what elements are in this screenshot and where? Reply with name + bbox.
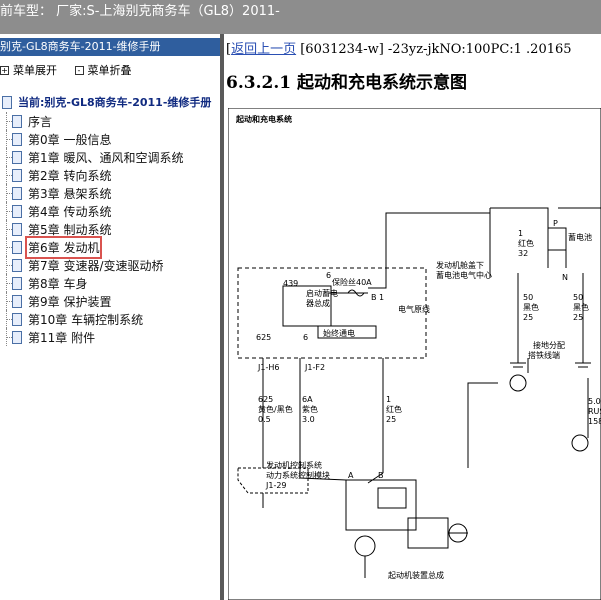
wiring-diagram: 起动和充电系统 发动机舱盖下 蓄电池电气中心 启动蓄电 器总成 保险丝40A 始… [227,107,601,600]
svg-text:蓄电池电气中心: 蓄电池电气中心 [436,270,492,280]
document-icon [12,294,22,308]
svg-text:25: 25 [386,415,396,424]
document-icon [12,186,22,200]
tree-item-chapter-1[interactable]: 第1章 暖风、通风和空调系统 [0,148,183,166]
svg-text:发动机控制系统: 发动机控制系统 [266,460,322,470]
svg-text:1: 1 [518,229,523,238]
tree-item-chapter-2[interactable]: 第2章 转向系统 [0,166,183,184]
svg-text:红色: 红色 [518,238,534,248]
tree-root[interactable]: 当前:别克-GL8商务车-2011-维修手册 [0,94,211,110]
svg-text:50: 50 [523,293,533,302]
svg-text:黑色: 黑色 [523,302,539,312]
svg-text:动力系统控制模块: 动力系统控制模块 [266,470,330,480]
document-icon [12,240,22,254]
tree-item-chapter-9[interactable]: 第9章 保护装置 [0,292,183,310]
svg-text:J1-29: J1-29 [265,481,287,490]
chapter-tree: 序言 第0章 一般信息 第1章 暖风、通风和空调系统 第2章 转向系统 第3章 … [0,112,183,346]
navigation-panel: 别克-GL8商务车-2011-维修手册 + 菜单展开 - 菜单折叠 当前:别克-… [0,38,220,600]
book-icon [2,95,12,109]
tree-item-chapter-6[interactable]: 第6章 发动机 [0,235,183,259]
svg-text:N: N [562,273,568,282]
content-pane: [返回上一页 [6031234-w] -23yz-jkNO:100PC:1 .2… [224,34,601,600]
document-icon [12,132,22,146]
back-link[interactable]: 返回上一页 [231,42,296,57]
svg-text:器总成: 器总成 [306,298,330,308]
document-icon [12,114,22,128]
top-bar: 前车型： 厂家:S-上海别克商务车（GL8）2011- [0,0,601,34]
svg-text:A: A [348,471,354,480]
svg-text:439: 439 [283,279,298,288]
document-icon [12,168,22,182]
menu-toolbar: + 菜单展开 - 菜单折叠 [0,62,146,78]
svg-text:158: 158 [588,417,601,426]
svg-text:接地分配: 接地分配 [533,340,565,350]
diagram-title: 起动和充电系统 [235,114,292,124]
svg-text:保险丝40A: 保险丝40A [332,277,372,287]
svg-text:紫色: 紫色 [302,404,318,414]
svg-text:32: 32 [518,249,528,258]
svg-text:625: 625 [256,333,271,342]
document-icon [12,312,22,326]
collapse-menu-button[interactable]: - 菜单折叠 [74,62,132,78]
vehicle-model-title: 前车型： 厂家:S-上海别克商务车（GL8）2011- [0,4,280,19]
svg-text:J1-H6: J1-H6 [257,363,279,372]
tree-item-chapter-3[interactable]: 第3章 悬架系统 [0,184,183,202]
svg-text:黄色/黑色: 黄色/黑色 [258,404,293,414]
svg-text:RUST: RUST [588,407,601,416]
tree-item-chapter-0[interactable]: 第0章 一般信息 [0,130,183,148]
breadcrumb: [返回上一页 [6031234-w] -23yz-jkNO:100PC:1 .2… [226,42,572,57]
tree-item-chapter-7[interactable]: 第7章 变速器/变速驱动桥 [0,256,183,274]
svg-text:蓄电池: 蓄电池 [568,232,592,242]
expand-icon: + [0,65,9,75]
document-icon [12,204,22,218]
document-icon [12,258,22,272]
svg-text:5.0: 5.0 [588,397,601,406]
svg-text:始终通电: 始终通电 [323,328,355,338]
svg-text:黑色: 黑色 [573,302,589,312]
svg-text:搭铁线端: 搭铁线端 [528,350,560,360]
svg-text:1: 1 [386,395,391,404]
svg-text:25: 25 [573,313,583,322]
svg-text:P: P [553,219,558,228]
svg-text:发动机舱盖下: 发动机舱盖下 [436,260,484,270]
collapse-icon: - [74,65,84,75]
tree-item-chapter-10[interactable]: 第10章 车辆控制系统 [0,310,183,328]
svg-text:J1-F2: J1-F2 [304,363,325,372]
document-id: [6031234-w] -23yz-jkNO:100PC:1 .20165 [296,42,572,57]
svg-text:3.0: 3.0 [302,415,315,424]
svg-text:6: 6 [303,333,308,342]
tree-item-chapter-11[interactable]: 第11章 附件 [0,328,183,346]
svg-text:6A: 6A [302,395,313,404]
page-title: 6.3.2.1 起动和充电系统示意图 [226,73,467,93]
svg-text:0.5: 0.5 [258,415,271,424]
tree-item-chapter-8[interactable]: 第8章 车身 [0,274,183,292]
expand-menu-button[interactable]: + 菜单展开 [0,62,57,78]
document-icon [12,276,22,290]
tree-item-preface[interactable]: 序言 [0,112,183,130]
document-icon [12,222,22,236]
svg-text:B 1: B 1 [371,293,384,302]
document-icon [12,330,22,344]
svg-text:B: B [378,471,384,480]
svg-text:起动机装置总成: 起动机装置总成 [388,570,444,580]
tree-item-chapter-5[interactable]: 第5章 制动系统 [0,220,183,238]
svg-text:50: 50 [573,293,583,302]
document-icon [12,150,22,164]
svg-text:红色: 红色 [386,404,402,414]
svg-text:625: 625 [258,395,273,404]
tree-item-chapter-4[interactable]: 第4章 传动系统 [0,202,183,220]
svg-text:6: 6 [326,271,331,280]
svg-text:25: 25 [523,313,533,322]
wiring-diagram-svg: 起动和充电系统 发动机舱盖下 蓄电池电气中心 启动蓄电 器总成 保险丝40A 始… [227,107,601,600]
svg-text:电气原线: 电气原线 [398,304,430,314]
manual-title: 别克-GL8商务车-2011-维修手册 [0,38,220,56]
svg-text:启动蓄电: 启动蓄电 [306,288,338,298]
